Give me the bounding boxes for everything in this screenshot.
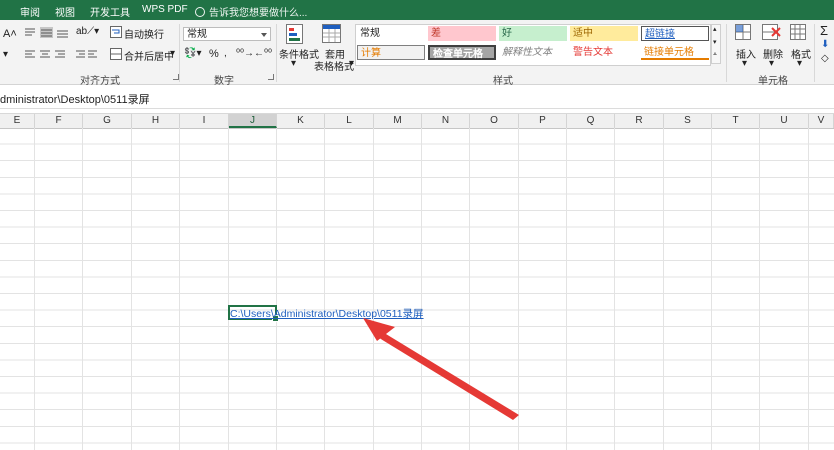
column-header-n[interactable]: N bbox=[422, 114, 470, 128]
tab-developer[interactable]: 开发工具 bbox=[90, 4, 130, 19]
horizontal-align-icons[interactable] bbox=[24, 49, 68, 61]
style-explanatory[interactable]: 解释性文本 bbox=[499, 45, 567, 60]
table-format-icon bbox=[322, 24, 341, 43]
divider bbox=[179, 24, 180, 82]
divider bbox=[726, 24, 727, 82]
number-group-label: 数字 bbox=[214, 76, 234, 87]
wrap-text-button[interactable]: 自动换行 bbox=[124, 26, 164, 41]
formula-bar[interactable]: dministrator\Desktop\0511录屏 bbox=[0, 88, 834, 109]
column-header-q[interactable]: Q bbox=[567, 114, 615, 128]
cells-group-label: 单元格 bbox=[758, 76, 788, 87]
conditional-format-icon bbox=[286, 24, 303, 44]
column-header-o[interactable]: O bbox=[470, 114, 519, 128]
column-header-k[interactable]: K bbox=[277, 114, 325, 128]
style-warning[interactable]: 警告文本 bbox=[570, 45, 638, 60]
percent-button[interactable]: % bbox=[209, 48, 219, 60]
delete-dropdown-icon[interactable]: ▾ bbox=[769, 58, 774, 69]
fill-icon[interactable]: ⬇ bbox=[821, 39, 829, 50]
number-launcher-icon[interactable] bbox=[268, 74, 274, 80]
table-format-dropdown-icon[interactable]: ▾ bbox=[349, 58, 354, 69]
style-normal[interactable]: 常规 bbox=[357, 26, 425, 41]
alignment-group-label: 对齐方式 bbox=[80, 76, 120, 87]
column-header-g[interactable]: G bbox=[83, 114, 132, 128]
conditional-format-button[interactable]: 条件格式 bbox=[279, 46, 319, 61]
ribbon-home: A˄ ▾ ab⟋▾ 自动换行 合并后居中 ▾ 对齐方式 常规 💱▾ % , ⁰⁰… bbox=[0, 20, 834, 87]
column-header-r[interactable]: R bbox=[615, 114, 664, 128]
font-color-dropdown-icon[interactable]: ▾ bbox=[3, 49, 8, 60]
ribbon-tab-bar: 审阅 视图 开发工具 WPS PDF 告诉我您想要做什么... bbox=[0, 0, 834, 20]
style-hyperlink[interactable]: 超链接 bbox=[641, 26, 709, 41]
tab-wps-pdf[interactable]: WPS PDF bbox=[142, 4, 188, 15]
column-header-p[interactable]: P bbox=[519, 114, 567, 128]
style-check-cell[interactable]: 检查单元格 bbox=[428, 45, 496, 60]
column-header-l[interactable]: L bbox=[325, 114, 374, 128]
number-format-select[interactable]: 常规 bbox=[183, 27, 271, 41]
orientation-icon[interactable]: ab⟋▾ bbox=[76, 26, 99, 37]
tab-view[interactable]: 视图 bbox=[55, 4, 75, 19]
column-header-u[interactable]: U bbox=[760, 114, 809, 128]
style-good[interactable]: 好 bbox=[499, 26, 567, 41]
table-format-button[interactable]: 表格格式 bbox=[314, 58, 354, 73]
tab-review[interactable]: 审阅 bbox=[20, 4, 40, 19]
formula-bar-value: dministrator\Desktop\0511录屏 bbox=[0, 94, 150, 106]
column-header-j[interactable]: J bbox=[229, 114, 277, 128]
tell-me-box[interactable]: 告诉我您想要做什么... bbox=[195, 4, 307, 19]
comma-style-icon[interactable]: , bbox=[224, 48, 227, 59]
column-header-e[interactable]: E bbox=[0, 114, 35, 128]
scroll-up-icon[interactable]: ▴ bbox=[713, 25, 717, 33]
increase-decimal-icon[interactable]: ⁰⁰→ bbox=[236, 48, 254, 59]
tell-me-text: 告诉我您想要做什么... bbox=[209, 8, 308, 19]
indent-icons[interactable] bbox=[75, 49, 99, 61]
style-neutral[interactable]: 适中 bbox=[570, 26, 638, 41]
style-calculation[interactable]: 计算 bbox=[357, 45, 425, 60]
merge-dropdown-icon[interactable]: ▾ bbox=[170, 48, 175, 59]
conditional-format-dropdown-icon[interactable]: ▾ bbox=[291, 58, 296, 69]
column-header-t[interactable]: T bbox=[712, 114, 760, 128]
merge-center-button[interactable]: 合并后居中 bbox=[124, 48, 174, 63]
column-header-v[interactable]: V bbox=[809, 114, 834, 128]
column-header-h[interactable]: H bbox=[132, 114, 180, 128]
column-header-m[interactable]: M bbox=[374, 114, 422, 128]
style-bad[interactable]: 差 bbox=[428, 26, 496, 41]
decrease-decimal-icon[interactable]: ←⁰⁰ bbox=[254, 48, 272, 59]
format-cells-icon bbox=[790, 24, 806, 40]
autosum-icon[interactable]: Σ bbox=[820, 23, 828, 38]
currency-icon[interactable]: 💱▾ bbox=[184, 48, 201, 59]
format-dropdown-icon[interactable]: ▾ bbox=[797, 58, 802, 69]
column-headers: EFGHIJKLMNOPQRSTUV bbox=[0, 113, 834, 129]
gallery-more-icon[interactable]: ⩡ bbox=[713, 51, 717, 59]
merge-center-icon bbox=[110, 48, 122, 60]
gallery-scroll[interactable]: ▴ ▾ ⩡ bbox=[711, 24, 721, 64]
divider bbox=[814, 24, 815, 82]
lightbulb-icon bbox=[195, 7, 205, 17]
insert-cells-icon bbox=[735, 24, 751, 40]
column-header-i[interactable]: I bbox=[180, 114, 229, 128]
insert-dropdown-icon[interactable]: ▾ bbox=[742, 58, 747, 69]
worksheet-grid[interactable] bbox=[0, 128, 834, 450]
scroll-down-icon[interactable]: ▾ bbox=[713, 38, 717, 46]
style-linked-cell[interactable]: 链接单元格 bbox=[641, 45, 709, 60]
column-header-f[interactable]: F bbox=[35, 114, 83, 128]
divider bbox=[276, 24, 277, 82]
delete-cells-icon bbox=[762, 24, 781, 40]
font-size-up-icon[interactable]: A˄ bbox=[3, 28, 17, 40]
clear-icon[interactable]: ◇ bbox=[821, 53, 829, 64]
wrap-text-icon bbox=[110, 26, 122, 38]
cell-hyperlink[interactable]: C:\Users\Administrator\Desktop\0511录屏 bbox=[230, 306, 424, 321]
styles-group-label: 样式 bbox=[493, 76, 513, 87]
column-header-s[interactable]: S bbox=[664, 114, 712, 128]
number-format-value: 常规 bbox=[187, 29, 207, 40]
chevron-down-icon bbox=[261, 33, 267, 37]
